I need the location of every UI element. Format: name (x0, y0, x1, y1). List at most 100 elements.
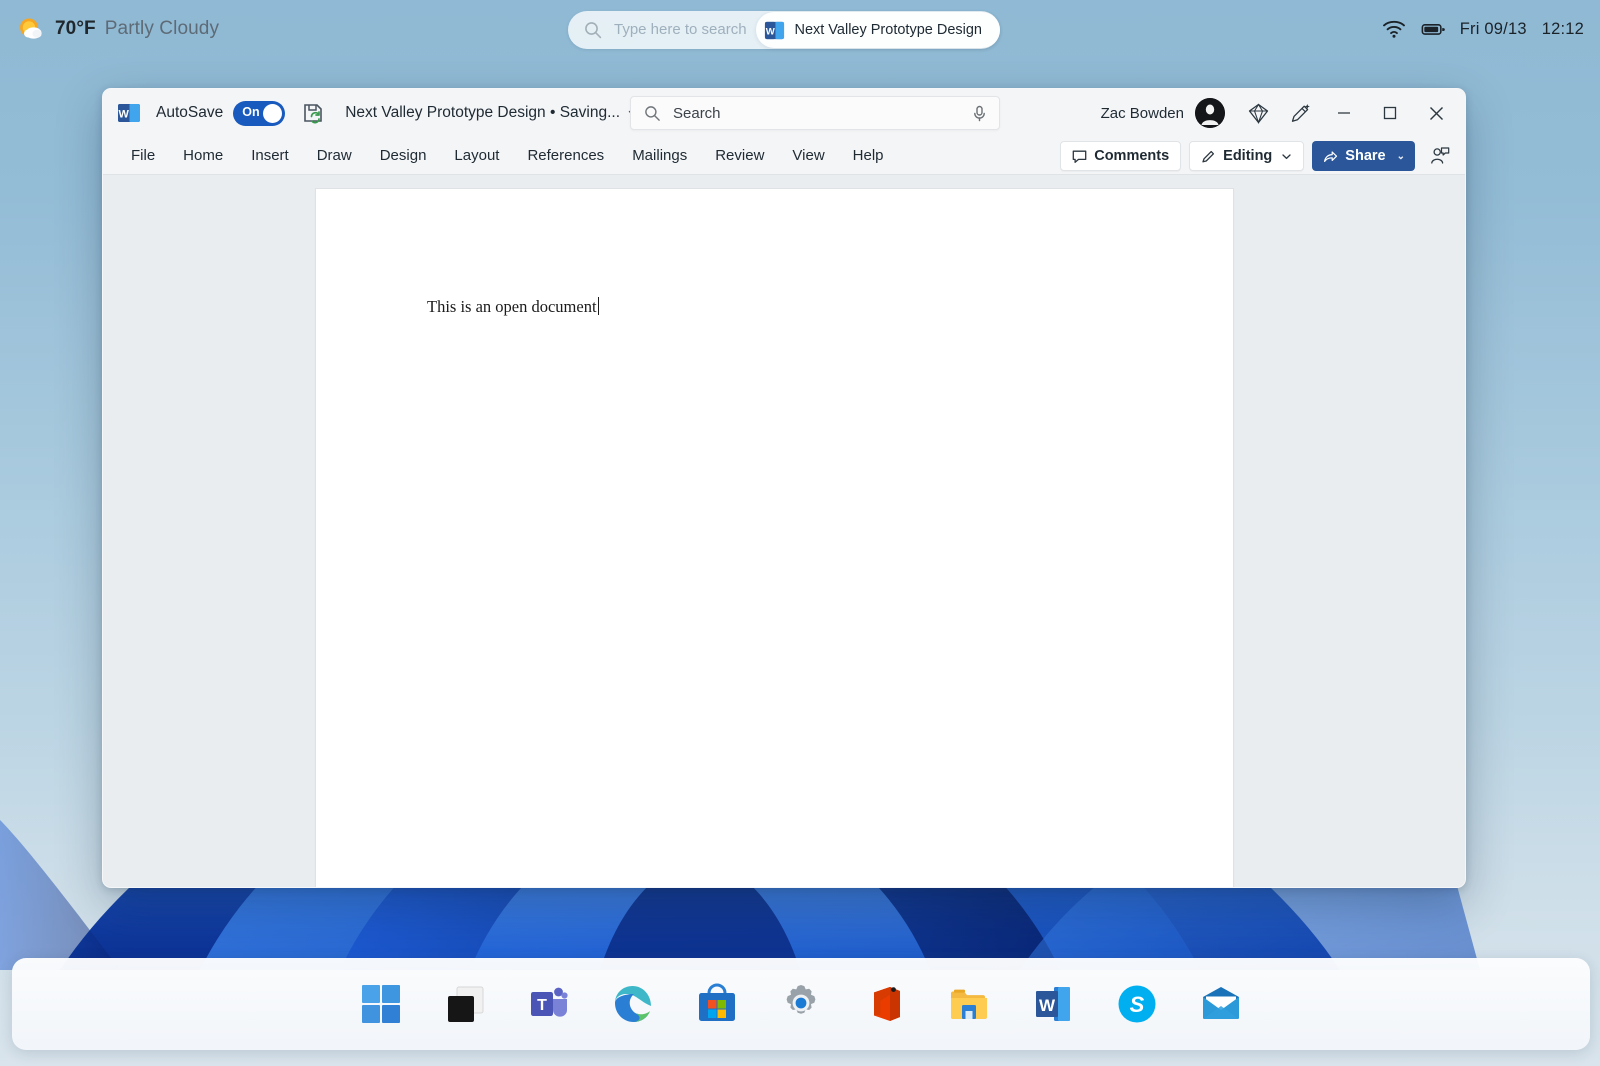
word-search-input[interactable]: Search (673, 105, 721, 122)
document-title-button[interactable]: Next Valley Prototype Design • Saving... (345, 104, 640, 122)
gear-icon (786, 985, 816, 1014)
start-button[interactable] (358, 981, 404, 1027)
microsoft-store-app[interactable] (694, 981, 740, 1027)
teams-icon: T (531, 987, 568, 1017)
tab-draw[interactable]: Draw (303, 142, 366, 169)
document-page[interactable]: This is an open document (316, 189, 1233, 887)
file-explorer-app[interactable] (946, 981, 992, 1027)
pen-sparkle-icon (1291, 103, 1310, 122)
microphone-icon[interactable] (972, 105, 987, 122)
word-app[interactable]: W (1030, 981, 1076, 1027)
battery-icon[interactable] (1421, 19, 1445, 39)
teams-app[interactable]: T (526, 981, 572, 1027)
autosave-toggle-knob (263, 103, 283, 123)
office-icon (874, 987, 900, 1021)
document-text-content: This is an open document (427, 297, 597, 316)
word-icon[interactable]: W (117, 101, 141, 125)
taskbar-task-label: Next Valley Prototype Design (794, 22, 982, 38)
taskbar-search[interactable]: Type here to search W Next Valley Protot… (568, 11, 1000, 49)
tab-layout[interactable]: Layout (440, 142, 513, 169)
tab-review[interactable]: Review (701, 142, 778, 169)
diamond-icon (1248, 102, 1268, 124)
maximize-button[interactable] (1367, 90, 1413, 136)
system-tray: Fri 09/13 12:12 (1382, 0, 1584, 58)
chevron-down-icon (1282, 153, 1291, 159)
share-chevron-icon[interactable]: ⌄ (1397, 151, 1405, 162)
tab-design[interactable]: Design (366, 142, 441, 169)
word-search-box[interactable]: Search (630, 96, 1000, 130)
edge-app[interactable] (610, 981, 656, 1027)
tray-time[interactable]: 12:12 (1542, 20, 1584, 39)
share-icon (1324, 150, 1338, 162)
search-icon (645, 105, 660, 121)
tab-references[interactable]: References (513, 142, 618, 169)
weather-temperature: 70°F (55, 18, 96, 39)
mail-icon (1203, 987, 1239, 1019)
autosave-toggle[interactable]: On (233, 100, 286, 126)
taskbar-active-task[interactable]: W Next Valley Prototype Design (756, 12, 1000, 48)
office-app[interactable] (862, 981, 908, 1027)
comments-label: Comments (1094, 148, 1170, 164)
search-icon (585, 22, 602, 39)
skype-icon: S (1118, 985, 1156, 1023)
tab-file[interactable]: File (117, 142, 169, 169)
tab-mailings[interactable]: Mailings (618, 142, 701, 169)
tab-home[interactable]: Home (169, 142, 237, 169)
svg-text:W: W (119, 108, 130, 120)
titlebar-right-cluster: Zac Bowden (1101, 89, 1465, 137)
mail-app[interactable] (1198, 981, 1244, 1027)
task-view-button[interactable] (442, 981, 488, 1027)
settings-app[interactable] (778, 981, 824, 1027)
document-canvas: This is an open document (103, 175, 1465, 887)
save-sync-icon[interactable] (301, 101, 325, 125)
editing-label: Editing (1223, 148, 1273, 164)
close-icon (1429, 106, 1443, 120)
partly-cloudy-icon (16, 14, 46, 44)
avatar[interactable] (1195, 98, 1225, 128)
share-label: Share (1345, 148, 1386, 164)
skype-app[interactable]: S (1114, 981, 1160, 1027)
editing-mode-button[interactable]: Editing (1189, 141, 1305, 171)
svg-text:T: T (537, 997, 547, 1014)
desktop: 70°F Partly Cloudy Type here to search W… (0, 0, 1600, 1066)
word-icon: W (765, 21, 785, 39)
account-name[interactable]: Zac Bowden (1101, 105, 1184, 122)
weather-widget[interactable]: 70°F Partly Cloudy (16, 14, 219, 44)
windows-logo-icon (362, 985, 400, 1023)
svg-text:S: S (1130, 992, 1145, 1017)
document-title: Next Valley Prototype Design • Saving... (345, 104, 621, 121)
autosave-state-label: On (242, 104, 260, 119)
comments-button[interactable]: Comments (1060, 141, 1182, 171)
document-body-text[interactable]: This is an open document (427, 297, 600, 317)
wifi-icon[interactable] (1382, 19, 1406, 39)
tab-insert[interactable]: Insert (237, 142, 303, 169)
ribbon-tab-strip: File Home Insert Draw Design Layout Refe… (103, 137, 1465, 175)
close-button[interactable] (1413, 90, 1459, 136)
maximize-icon (1383, 106, 1397, 120)
comment-bubble-icon (1072, 150, 1087, 163)
ribbon-tabs: File Home Insert Draw Design Layout Refe… (117, 142, 898, 169)
autosave-label: AutoSave (156, 104, 224, 121)
taskbar-dock: T W S (12, 958, 1590, 1050)
editor-icon-button[interactable] (1279, 93, 1321, 133)
diamond-icon-button[interactable] (1237, 93, 1279, 133)
tab-view[interactable]: View (778, 142, 838, 169)
taskbar-search-placeholder: Type here to search (614, 21, 747, 38)
folder-icon (951, 989, 987, 1019)
pencil-icon (1202, 150, 1215, 162)
share-button[interactable]: Share ⌄ (1312, 141, 1415, 171)
system-top-taskbar: 70°F Partly Cloudy Type here to search W… (0, 0, 1600, 58)
word-application-window: W AutoSave On Next Valley Prototype Desi… (102, 88, 1466, 888)
weather-condition: Partly Cloudy (104, 18, 220, 39)
ribbon-right-cluster: Comments Editing Share ⌄ (1060, 137, 1457, 175)
catch-up-button[interactable] (1423, 136, 1457, 176)
tab-help[interactable]: Help (839, 142, 898, 169)
word-title-bar: W AutoSave On Next Valley Prototype Desi… (103, 89, 1465, 137)
tray-date[interactable]: Fri 09/13 (1460, 20, 1527, 39)
task-view-icon (448, 986, 484, 1022)
svg-text:W: W (766, 26, 775, 37)
svg-text:W: W (1039, 996, 1056, 1015)
person-comment-icon (1431, 147, 1450, 164)
text-caret (597, 297, 600, 315)
minimize-button[interactable] (1321, 90, 1367, 136)
